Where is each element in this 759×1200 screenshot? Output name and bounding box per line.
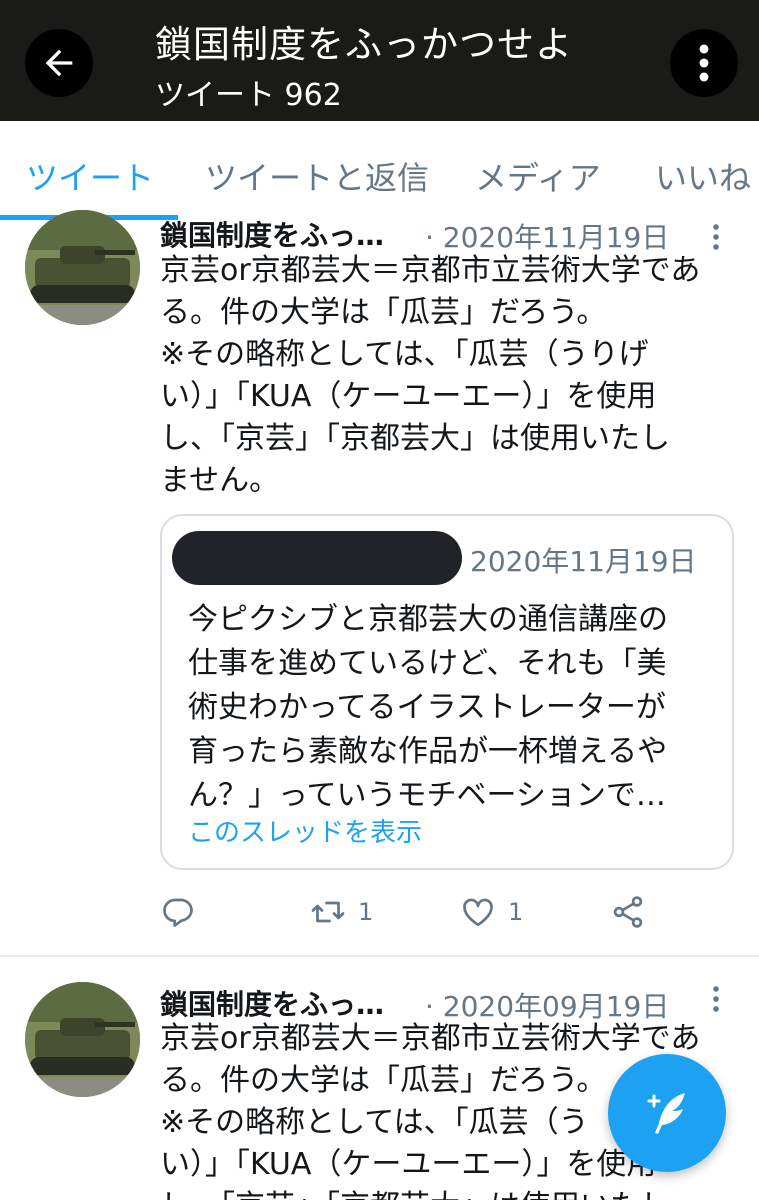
- tweet-actions: 1 1: [160, 894, 740, 938]
- tweet-author-name[interactable]: 鎖国制度をふっ…: [160, 983, 384, 1023]
- like-button[interactable]: 1: [460, 894, 523, 930]
- tweet-author-name[interactable]: 鎖国制度をふっ…: [160, 214, 384, 254]
- like-count: 1: [508, 898, 524, 926]
- redacted-author-name: [172, 531, 462, 585]
- heart-icon: [463, 898, 493, 927]
- tweet-more-icon[interactable]: [708, 984, 724, 1014]
- quoted-tweet-text: 今ピクシブと京都芸大の通信講座の 仕事を進めているけど、それも「美 術史わかって…: [188, 602, 668, 813]
- tweet-divider: [0, 955, 759, 957]
- tweet-more-icon[interactable]: [708, 222, 724, 252]
- retweet-icon: [311, 901, 345, 923]
- compose-tweet-icon: [647, 1093, 685, 1134]
- show-thread-link[interactable]: このスレッドを表示: [188, 812, 422, 849]
- tank-avatar-image: [25, 982, 140, 1097]
- tab-likes[interactable]: いいね: [655, 153, 751, 199]
- retweet-count: 1: [358, 898, 374, 926]
- profile-name-title: 鎖国制度をふっかつせよ: [155, 23, 573, 66]
- avatar[interactable]: [25, 210, 140, 325]
- tab-media[interactable]: メディア: [475, 153, 601, 199]
- back-button[interactable]: [25, 29, 93, 97]
- share-icon: [613, 896, 643, 928]
- reply-button[interactable]: [160, 894, 208, 930]
- avatar[interactable]: [25, 982, 140, 1097]
- retweet-button[interactable]: 1: [310, 894, 373, 930]
- tab-tweets-and-replies[interactable]: ツイートと返信: [205, 153, 429, 199]
- compose-tweet-button[interactable]: [608, 1054, 726, 1172]
- tweet-text: 京芸or京都芸大＝京都市立芸術大学であ る。件の大学は「瓜芸」だろう。 ※その略…: [160, 253, 701, 498]
- share-button[interactable]: [610, 894, 646, 930]
- tweet-count: ツイート 962: [155, 78, 342, 113]
- arrow-left-icon: [45, 49, 73, 77]
- profile-tabs: ツイート ツイートと返信 メディア いいね: [0, 121, 759, 221]
- quoted-tweet-card[interactable]: 2020年11月19日 今ピクシブと京都芸大の通信講座の 仕事を進めているけど、…: [160, 514, 734, 870]
- quoted-tweet-date: 2020年11月19日: [470, 545, 697, 578]
- more-options-button[interactable]: [670, 29, 738, 97]
- tank-avatar-image: [25, 210, 140, 325]
- top-app-bar: 鎖国制度をふっかつせよ ツイート 962: [0, 0, 759, 121]
- more-vertical-icon: [699, 44, 709, 82]
- tab-tweets[interactable]: ツイート: [26, 153, 154, 199]
- reply-icon: [163, 898, 193, 927]
